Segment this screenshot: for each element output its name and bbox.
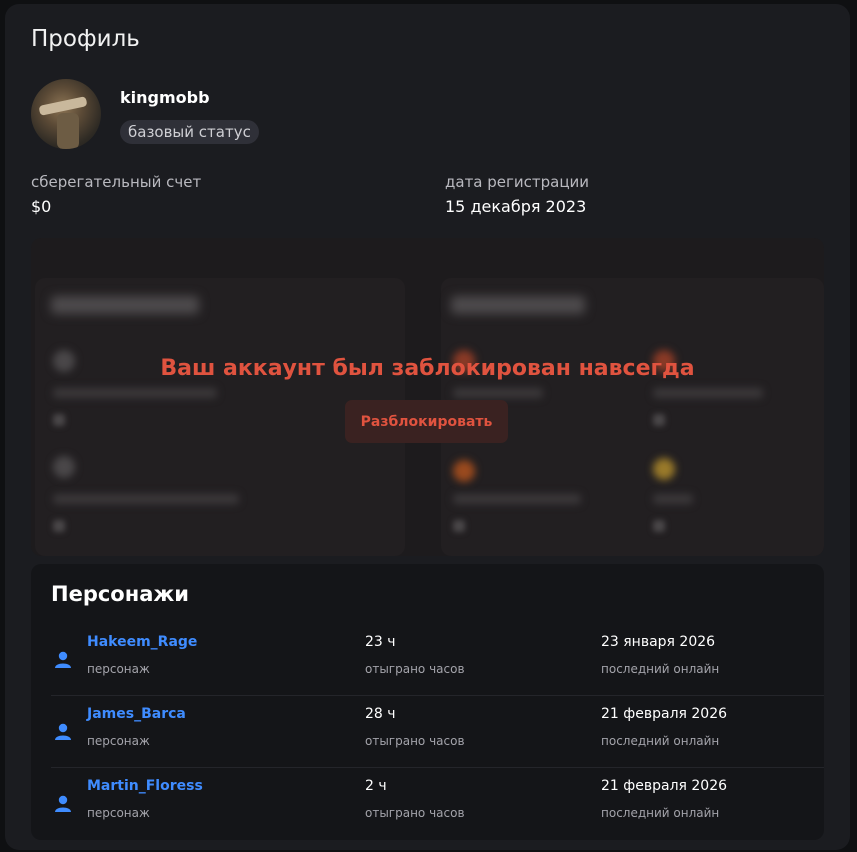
character-type: персонаж [87, 662, 150, 676]
character-row[interactable]: Martin_Floress персонаж 2 ч отыграно час… [51, 768, 824, 840]
blocked-overlay-panel: Ваш аккаунт был заблокирован навсегда Ра… [31, 238, 824, 556]
character-row[interactable]: James_Barca персонаж 28 ч отыграно часов… [51, 696, 824, 768]
last-online-label: последний онлайн [601, 806, 720, 820]
hours-played-label: отыграно часов [365, 662, 465, 676]
character-name[interactable]: Hakeem_Rage [87, 634, 197, 650]
last-online-label: последний онлайн [601, 662, 720, 676]
username: kingmobb [120, 88, 210, 107]
profile-card: Профиль kingmobb базовый статус сберегат… [5, 4, 850, 850]
character-name[interactable]: James_Barca [87, 706, 186, 722]
last-online-value: 21 февраля 2026 [601, 778, 728, 794]
avatar [31, 79, 101, 149]
status-badge: базовый статус [120, 120, 259, 144]
unblock-button[interactable]: Разблокировать [345, 400, 508, 443]
character-type: персонаж [87, 806, 150, 820]
blocked-message: Ваш аккаунт был заблокирован навсегда [160, 356, 695, 381]
person-icon [55, 795, 71, 812]
person-icon [55, 723, 71, 740]
character-type: персонаж [87, 734, 150, 748]
characters-panel: Персонажи Hakeem_Rage персонаж 23 ч отыг… [31, 564, 824, 840]
characters-title: Персонажи [51, 582, 190, 606]
person-icon [55, 651, 71, 668]
character-name[interactable]: Martin_Floress [87, 778, 203, 794]
savings-label: сберегательный счет [31, 173, 202, 191]
registration-value: 15 декабря 2023 [445, 197, 587, 216]
last-online-label: последний онлайн [601, 734, 720, 748]
registration-label: дата регистрации [445, 173, 590, 191]
last-online-value: 21 февраля 2026 [601, 706, 728, 722]
savings-value: $0 [31, 197, 52, 216]
last-online-value: 23 января 2026 [601, 634, 716, 650]
hours-played-label: отыграно часов [365, 734, 465, 748]
hours-played-label: отыграно часов [365, 806, 465, 820]
hours-played-value: 23 ч [365, 634, 396, 650]
character-row[interactable]: Hakeem_Rage персонаж 23 ч отыграно часов… [51, 624, 824, 696]
hours-played-value: 28 ч [365, 706, 396, 722]
hours-played-value: 2 ч [365, 778, 387, 794]
page-title: Профиль [31, 26, 140, 52]
